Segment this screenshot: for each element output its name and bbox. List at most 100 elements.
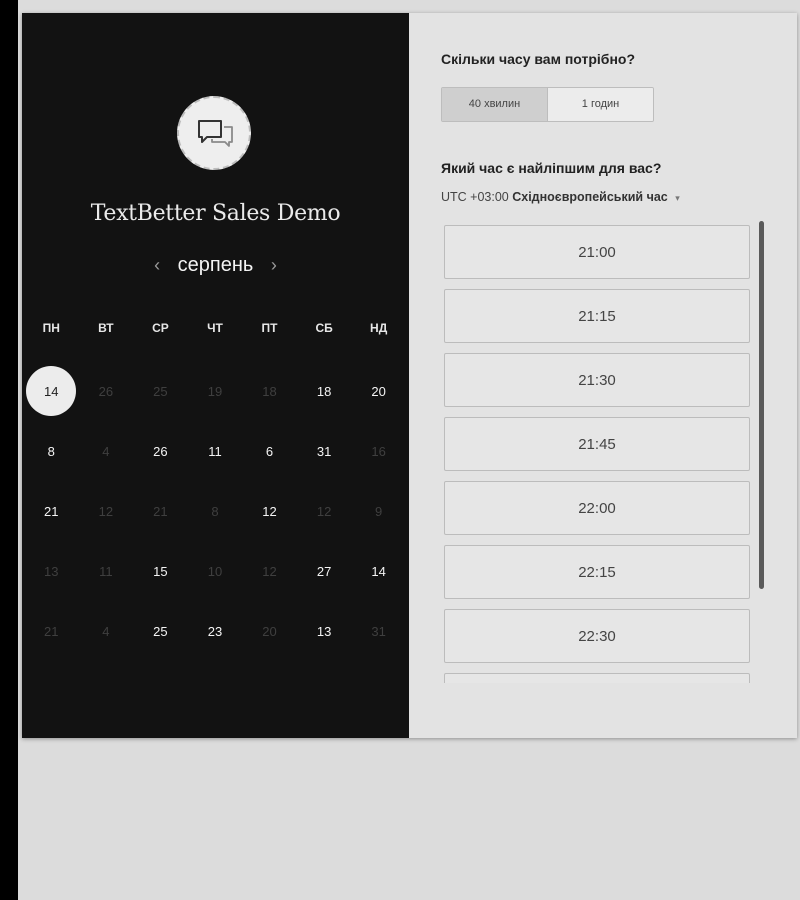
time-slot[interactable]: 22:00 [444,481,750,535]
calendar-day-number: 20 [371,383,386,399]
calendar-day: 13 [24,564,79,579]
weekday-label: ПН [42,321,60,335]
event-title: TextBetter Sales Demo [90,201,341,226]
calendar-day-number: 25 [153,383,168,399]
calendar-day[interactable]: 15 [133,564,188,579]
calendar-day[interactable]: 31 [297,444,352,459]
time-slot-list: 21:00 21:15 21:30 21:45 22:00 22:15 22:3… [444,225,752,683]
time-slot[interactable]: 21:45 [444,417,750,471]
slot-list-scrollbar[interactable] [759,221,764,589]
calendar-day[interactable]: 20 [351,384,406,399]
time-slot[interactable] [444,673,750,683]
calendar-week-row: 21 12 21 8 12 12 9 [24,481,406,541]
calendar-day-number: 15 [153,563,168,579]
calendar-day: 21 [24,624,79,639]
calendar-day-number: 12 [262,563,277,579]
calendar-day-number: 12 [262,503,277,519]
calendar-day: 10 [188,564,243,579]
calendar-day-number: 26 [98,383,114,399]
timezone-select[interactable]: UTC +03:00 Східноєвропейський час ▾ [441,190,680,204]
weekday-label: НД [370,321,388,335]
calendar-day-number: 25 [153,623,168,639]
calendar-day[interactable]: 13 [297,624,352,639]
calendar-day[interactable]: 25 [133,624,188,639]
calendar-day[interactable]: 6 [242,444,297,459]
calendar-day-number: 11 [208,443,222,459]
calendar-day-number: 10 [207,563,223,579]
calendar-day-number: 21 [44,623,59,639]
calendar-week-row: 14 26 25 19 18 18 20 [24,361,406,421]
calendar-day-number: 20 [262,623,277,639]
calendar-day-number: 8 [211,503,219,519]
calendar-day[interactable]: 23 [188,624,243,639]
calendar-day: 12 [297,504,352,519]
weekday-label: СБ [315,321,333,335]
time-slot[interactable]: 21:30 [444,353,750,407]
duration-toggle: 40 хвилин 1 годин [441,87,654,122]
calendar-day-selected[interactable]: 14 [24,366,79,416]
left-edge-strip [0,0,18,900]
calendar-day: 4 [79,444,134,459]
calendar-panel: TextBetter Sales Demo ‹ серпень › ПН ВТ … [22,13,409,738]
calendar-day[interactable]: 8 [24,444,79,459]
calendar-day-number: 6 [265,443,274,459]
calendar-day: 25 [133,384,188,399]
weekday-label: ПТ [261,321,278,335]
calendar-day-number: 26 [153,443,168,459]
calendar-day: 20 [242,624,297,639]
calendar-day-number: 4 [102,623,110,639]
calendar-day: 11 [79,564,134,579]
duration-option-1-hour[interactable]: 1 годин [548,88,653,121]
calendar-day[interactable]: 26 [133,444,188,459]
next-month-icon[interactable]: › [271,255,277,275]
calendar-day-number: 27 [316,563,332,579]
prev-month-icon[interactable]: ‹ [154,255,160,275]
month-navigation: ‹ серпень › [22,254,409,277]
weekday-label: СР [152,321,169,335]
booking-panel: Скільки часу вам потрібно? 40 хвилин 1 г… [409,13,797,738]
calendar-day: 9 [351,504,406,519]
avatar [177,96,251,170]
calendar-grid: ПН ВТ СР ЧТ ПТ СБ НД 14 26 25 19 18 18 20 8 4 26 1… [24,313,406,661]
calendar-day[interactable]: 27 [297,564,352,579]
calendar-day[interactable]: 14 [351,564,406,579]
calendar-day-number: 14 [371,563,386,579]
calendar-day-number: 8 [47,443,55,459]
month-label: серпень [177,254,254,276]
calendar-day-number: 23 [207,623,223,639]
calendar-day: 26 [79,384,134,399]
duration-option-40-min[interactable]: 40 хвилин [442,88,548,121]
calendar-day[interactable]: 11 [188,444,243,459]
calendar-day: 8 [188,504,243,519]
calendar-day-number: 19 [207,383,223,399]
time-slot[interactable]: 22:15 [444,545,750,599]
time-slot[interactable]: 22:30 [444,609,750,663]
calendar-day-number: 31 [316,443,332,459]
calendar-day[interactable]: 18 [297,384,352,399]
time-slot[interactable]: 21:15 [444,289,750,343]
calendar-day-number: 11 [99,563,113,579]
chevron-down-icon: ▾ [675,193,680,203]
calendar-day-number: 18 [316,383,332,399]
calendar-day-number: 13 [44,563,59,579]
time-slot[interactable]: 21:00 [444,225,750,279]
calendar-day-number: 13 [316,623,332,639]
calendar-day: 16 [351,444,406,459]
duration-question: Скільки часу вам потрібно? [441,51,636,67]
calendar-day: 18 [242,384,297,399]
calendar-day-number: 31 [371,623,386,639]
calendar-day-number: 14 [44,383,59,399]
calendar-day-number: 4 [102,443,110,459]
timezone-name: Східноєвропейський час [512,190,668,204]
calendar-day-number: 21 [44,503,59,519]
time-question: Який час є найліпшим для вас? [441,160,662,176]
calendar-week-row: 8 4 26 11 6 31 16 [24,421,406,481]
calendar-day: 21 [133,504,188,519]
calendar-day: 4 [79,624,134,639]
calendar-week-row: 21 4 25 23 20 13 31 [24,601,406,661]
calendar-day[interactable]: 12 [242,504,297,519]
weekday-label: ВТ [98,321,114,335]
calendar-day[interactable]: 21 [24,504,79,519]
calendar-day: 19 [188,384,243,399]
calendar-week-row: 13 11 15 10 12 27 14 [24,541,406,601]
